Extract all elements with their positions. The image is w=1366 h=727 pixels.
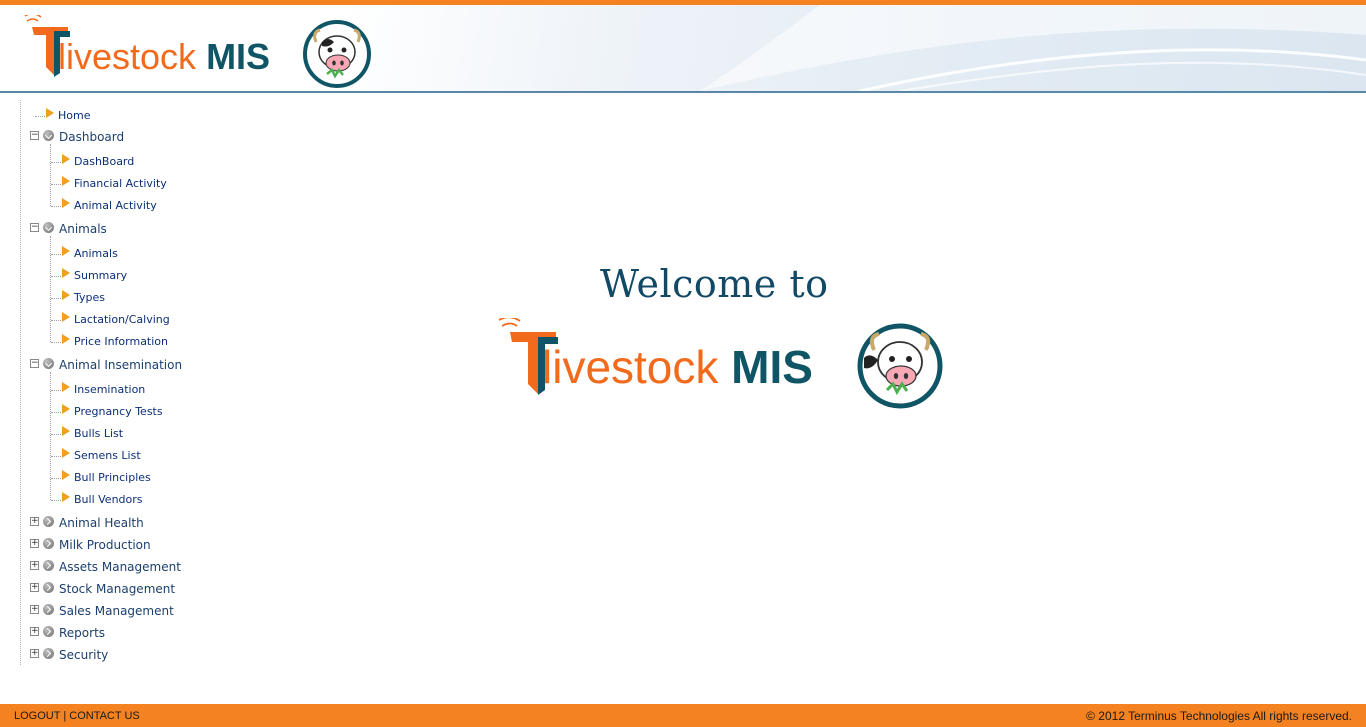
- chevron-right-icon: [43, 516, 54, 527]
- collapse-icon[interactable]: −: [30, 131, 39, 140]
- main-cow-face-icon: [857, 323, 943, 409]
- nav-group-label: Animal Insemination: [59, 358, 183, 372]
- tree-connector: [35, 116, 45, 117]
- chevron-right-icon: [43, 560, 54, 571]
- nav-item-label: Pregnancy Tests: [74, 405, 163, 418]
- tree-connector: [51, 390, 61, 391]
- tree-connector: [50, 372, 51, 500]
- main-logo: livestock MIS: [498, 318, 948, 414]
- orange-arrow-icon: [62, 198, 70, 208]
- orange-arrow-icon: [62, 404, 70, 414]
- sidebar-nav: Home − Dashboard DashBoard Financial Activit…: [20, 100, 241, 665]
- orange-arrow-icon: [62, 154, 70, 164]
- main-logo-word: livestock: [542, 341, 719, 393]
- chevron-right-icon: [43, 648, 54, 659]
- expand-icon[interactable]: +: [30, 649, 39, 658]
- tree-connector: [51, 206, 61, 207]
- nav-item-label: Animals: [74, 247, 118, 260]
- nav-group-label: Animals: [59, 222, 107, 236]
- welcome-heading: Welcome to: [600, 262, 829, 306]
- tree-connector: [51, 298, 61, 299]
- tree-connector: [51, 320, 61, 321]
- logo-mis: MIS: [206, 36, 271, 77]
- orange-arrow-icon: [62, 492, 70, 502]
- nav-item-label: Summary: [74, 269, 128, 282]
- nav-item-label: Bull Principles: [74, 471, 151, 484]
- chevron-right-icon: [43, 604, 54, 615]
- nav-group-label: Stock Management: [59, 582, 176, 596]
- tree-connector: [51, 478, 61, 479]
- nav-item-label: Financial Activity: [74, 177, 167, 190]
- nav-item-label: Price Information: [74, 335, 169, 348]
- nav-item-label: Animal Activity: [74, 199, 157, 212]
- orange-arrow-icon: [62, 426, 70, 436]
- expand-icon[interactable]: +: [30, 605, 39, 614]
- orange-arrow-icon: [62, 290, 70, 300]
- header-banner: livestock MIS: [0, 5, 1366, 93]
- logo-word: livestock: [58, 36, 197, 77]
- orange-arrow-icon: [62, 334, 70, 344]
- nav-group-label: Assets Management: [59, 560, 181, 574]
- orange-arrow-icon: [62, 176, 70, 186]
- chevron-right-icon: [43, 626, 54, 637]
- cow-face-icon: [303, 20, 371, 88]
- orange-arrow-icon: [62, 312, 70, 322]
- nav-group-label: Sales Management: [59, 604, 174, 618]
- nav-item-label: DashBoard: [74, 155, 135, 168]
- tree-connector: [51, 276, 61, 277]
- tree-connector: [50, 144, 51, 206]
- chevron-down-icon: [43, 222, 54, 233]
- tree-connector: [50, 236, 51, 342]
- collapse-icon[interactable]: −: [30, 359, 39, 368]
- tree-connector: [51, 412, 61, 413]
- expand-icon[interactable]: +: [30, 517, 39, 526]
- nav-item-label: Bulls List: [74, 427, 124, 440]
- footer-separator: |: [63, 710, 67, 722]
- expand-icon[interactable]: +: [30, 583, 39, 592]
- orange-arrow-icon: [62, 448, 70, 458]
- orange-arrow-icon: [62, 246, 70, 256]
- tree-connector: [51, 434, 61, 435]
- header-logo[interactable]: livestock MIS: [24, 15, 374, 91]
- tree-connector: [51, 500, 61, 501]
- tree-connector: [51, 162, 61, 163]
- orange-arrow-icon: [62, 382, 70, 392]
- nav-home-label: Home: [58, 109, 91, 122]
- tree-connector: [51, 254, 61, 255]
- tree-connector: [51, 184, 61, 185]
- orange-arrow-icon: [62, 268, 70, 278]
- collapse-icon[interactable]: −: [30, 223, 39, 232]
- chevron-right-icon: [43, 538, 54, 549]
- contact-us-link[interactable]: CONTACT US: [69, 710, 140, 722]
- nav-item-label: Types: [74, 291, 105, 304]
- tree-connector: [51, 456, 61, 457]
- orange-arrow-icon: [62, 470, 70, 480]
- nav-group-label: Security: [59, 648, 109, 662]
- orange-arrow-icon: [46, 108, 54, 118]
- nav-item-label: Insemination: [74, 383, 146, 396]
- nav-item-label: Lactation/Calving: [74, 313, 170, 326]
- tree-connector: [51, 342, 61, 343]
- logout-link[interactable]: LOGOUT: [14, 710, 60, 722]
- footer-bar: LOGOUT | CONTACT US © 2012 Terminus Tech…: [0, 704, 1366, 727]
- main-logo-mis: MIS: [731, 341, 813, 393]
- footer-links: LOGOUT | CONTACT US: [14, 710, 140, 722]
- chevron-down-icon: [43, 358, 54, 369]
- nav-group-label: Reports: [59, 626, 106, 640]
- chevron-right-icon: [43, 582, 54, 593]
- expand-icon[interactable]: +: [30, 561, 39, 570]
- nav-group-label: Animal Health: [59, 516, 144, 530]
- nav-group-label: Dashboard: [59, 130, 125, 144]
- copyright-text: © 2012 Terminus Technologies All rights …: [1086, 709, 1352, 723]
- nav-group-label: Milk Production: [59, 538, 151, 552]
- nav-item-label: Semens List: [74, 449, 141, 462]
- nav-item-label: Bull Vendors: [74, 493, 143, 506]
- chevron-down-icon: [43, 130, 54, 141]
- expand-icon[interactable]: +: [30, 539, 39, 548]
- expand-icon[interactable]: +: [30, 627, 39, 636]
